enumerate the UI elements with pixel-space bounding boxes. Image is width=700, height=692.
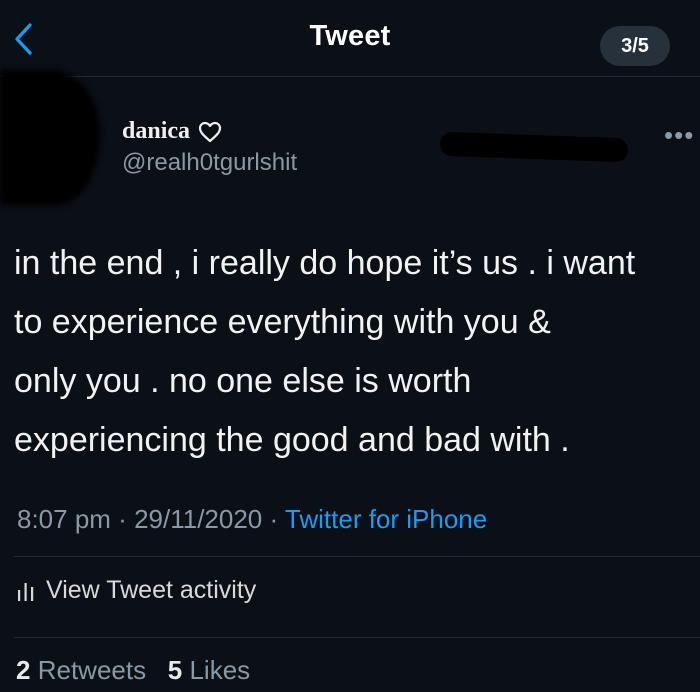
tweet-line: only you . no one else is worth — [14, 362, 472, 400]
retweets-count: 2 — [16, 655, 31, 685]
author-handle[interactable]: @realh0tgurlshit — [122, 149, 297, 177]
author-name-text: danica — [122, 118, 191, 144]
image-counter: 3/5 — [600, 26, 670, 66]
divider — [14, 556, 700, 557]
avatar[interactable] — [0, 70, 100, 205]
tweet-line: to experience everything with you & — [14, 303, 551, 341]
top-bar: Tweet 3/5 — [0, 0, 700, 77]
tweet-source-link[interactable]: Twitter for iPhone — [285, 504, 487, 534]
tweet-line: experiencing the good and bad with . — [14, 421, 570, 459]
engagement-stats: 2 Retweets 5 Likes — [16, 655, 250, 686]
tweet-time: 8:07 pm — [17, 504, 111, 534]
likes-label: Likes — [189, 655, 251, 685]
redaction-mark — [439, 131, 629, 163]
retweets-label: Retweets — [37, 655, 147, 685]
page-title: Tweet — [309, 20, 391, 52]
likes-link[interactable]: 5 Likes — [168, 655, 250, 685]
activity-label: View Tweet activity — [46, 576, 257, 604]
more-options-icon[interactable]: ••• — [664, 120, 694, 151]
author-name[interactable]: danica — [122, 118, 222, 145]
meta-separator: · — [262, 504, 285, 534]
likes-count: 5 — [167, 655, 183, 685]
tweet-meta: 8:07 pm · 29/11/2020 · Twitter for iPhon… — [17, 504, 487, 535]
divider — [14, 637, 700, 638]
tweet-text: in the end , i really do hope it’s us . … — [14, 234, 698, 470]
tweet-line: in the end , i really do hope it’s us . … — [14, 244, 636, 282]
tweet-date: 29/11/2020 — [134, 504, 263, 534]
bar-chart-icon — [18, 582, 34, 601]
heart-icon — [198, 121, 222, 142]
view-activity-button[interactable]: View Tweet activity — [16, 576, 256, 605]
meta-separator: · — [110, 504, 135, 534]
retweets-link[interactable]: 2 Retweets — [16, 655, 146, 685]
